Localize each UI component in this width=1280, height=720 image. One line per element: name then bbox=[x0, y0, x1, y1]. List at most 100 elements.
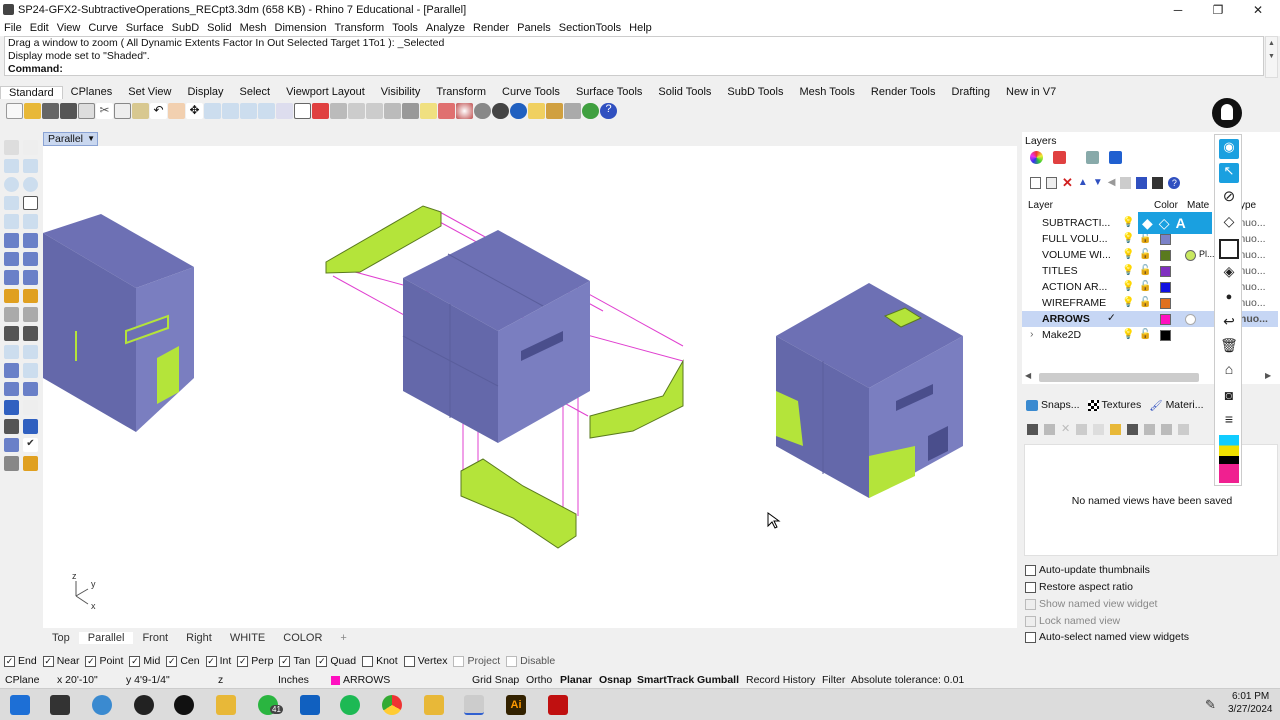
polygon-icon[interactable] bbox=[4, 214, 19, 229]
minimize-button[interactable]: ─ bbox=[1158, 0, 1198, 20]
distance-icon[interactable] bbox=[330, 103, 347, 119]
illustrator-icon[interactable]: Ai bbox=[506, 695, 526, 715]
options-gear-icon[interactable] bbox=[564, 103, 581, 119]
no-draw-icon[interactable]: ⊘ bbox=[1219, 187, 1239, 207]
layer-states-icon[interactable] bbox=[1120, 176, 1132, 189]
lock-icon[interactable]: 🔓 bbox=[1139, 265, 1151, 276]
status-osnap[interactable]: Osnap bbox=[599, 674, 632, 686]
move-icon[interactable] bbox=[4, 325, 19, 341]
osnap-knot[interactable]: Knot bbox=[362, 655, 398, 667]
osnap-near[interactable]: ✓ Near bbox=[42, 655, 79, 667]
status-planar[interactable]: Planar bbox=[560, 674, 592, 686]
menu-surface[interactable]: Surface bbox=[126, 22, 164, 34]
tab-color[interactable]: COLOR bbox=[274, 632, 331, 644]
menu-panels[interactable]: Panels bbox=[517, 22, 551, 34]
rectangle-tool-icon[interactable] bbox=[1219, 239, 1239, 259]
new-file-icon[interactable] bbox=[6, 103, 23, 119]
close-button[interactable]: ✕ bbox=[1238, 0, 1278, 20]
status-gumball[interactable]: Gumball bbox=[697, 674, 739, 686]
color-palette-icon[interactable] bbox=[1219, 435, 1239, 483]
select-arrow-icon[interactable] bbox=[4, 140, 19, 155]
pin-icon[interactable] bbox=[1127, 423, 1139, 435]
highlighter-icon[interactable]: ◈ bbox=[1219, 263, 1239, 283]
header-linetype[interactable]: ype bbox=[1240, 200, 1256, 211]
menu-analyze[interactable]: Analyze bbox=[426, 22, 465, 34]
rotate-icon[interactable] bbox=[4, 344, 19, 360]
text-icon[interactable] bbox=[4, 363, 19, 378]
lock-icon[interactable]: 🔓 bbox=[1139, 233, 1151, 244]
tab-render-tools[interactable]: Render Tools bbox=[863, 86, 944, 98]
green-cutter-right[interactable] bbox=[589, 359, 684, 439]
green-cutter-top[interactable] bbox=[325, 205, 442, 274]
light-bulb-icon[interactable]: 💡 bbox=[1122, 249, 1134, 260]
chevron-down-icon[interactable]: ▼ bbox=[87, 133, 95, 145]
lock-icon[interactable]: 🔓 bbox=[1139, 329, 1151, 340]
filter-icon[interactable] bbox=[1136, 176, 1148, 189]
menu-file[interactable]: File bbox=[4, 22, 22, 34]
command-prompt[interactable]: Command: bbox=[5, 63, 1263, 76]
tab-mesh-tools[interactable]: Mesh Tools bbox=[791, 86, 862, 98]
option-auto-update-thumbnails[interactable]: Auto-update thumbnails bbox=[1025, 563, 1150, 577]
four-viewports-icon[interactable] bbox=[294, 103, 311, 119]
new-layer-icon[interactable] bbox=[1030, 176, 1041, 189]
surface-icon[interactable] bbox=[4, 232, 19, 248]
osnap-quad[interactable]: ✓ Quad bbox=[316, 655, 356, 667]
view-options-icon[interactable] bbox=[1178, 423, 1190, 435]
textures-icon[interactable] bbox=[1087, 399, 1099, 411]
circle-icon[interactable] bbox=[4, 177, 19, 192]
tab-set-view[interactable]: Set View bbox=[120, 86, 179, 98]
scale-icon[interactable] bbox=[23, 344, 38, 360]
point-icon[interactable] bbox=[23, 140, 38, 155]
tab-white[interactable]: WHITE bbox=[221, 632, 274, 644]
copy-view-icon[interactable] bbox=[1076, 423, 1088, 435]
undo-arrow-icon[interactable]: ↩ bbox=[1219, 313, 1239, 333]
tab-curve-tools[interactable]: Curve Tools bbox=[494, 86, 568, 98]
menu-solid[interactable]: Solid bbox=[207, 22, 231, 34]
sun-icon[interactable] bbox=[528, 103, 545, 119]
rhino-taskbar-icon[interactable] bbox=[464, 695, 484, 715]
clipboard-icon[interactable]: ≡ bbox=[1219, 411, 1239, 431]
task-view-icon[interactable] bbox=[50, 695, 70, 715]
trim-icon[interactable] bbox=[23, 418, 38, 434]
paste-icon[interactable] bbox=[132, 103, 149, 119]
osnap-end[interactable]: ✓ End bbox=[4, 655, 37, 667]
color-wheel-icon[interactable] bbox=[456, 103, 473, 119]
tag-outline-icon[interactable]: ◇ bbox=[1159, 215, 1170, 232]
cube-center[interactable] bbox=[402, 230, 590, 443]
cube-right[interactable] bbox=[776, 283, 963, 498]
material-icon[interactable] bbox=[546, 103, 563, 119]
add-viewport-button[interactable]: + bbox=[331, 632, 355, 644]
materials-brush-icon[interactable]: 🖌 bbox=[1149, 399, 1162, 412]
view-unlink-icon[interactable] bbox=[1161, 423, 1173, 435]
status-smarttrack[interactable]: SmartTrack bbox=[637, 674, 694, 686]
lock-icon[interactable]: 🔓 bbox=[1139, 297, 1151, 308]
split-icon[interactable] bbox=[4, 437, 19, 453]
green-cutter-bottom[interactable] bbox=[460, 458, 577, 549]
edit-view-icon[interactable] bbox=[1044, 423, 1055, 435]
object-properties-icon[interactable] bbox=[438, 103, 455, 119]
tab-visibility[interactable]: Visibility bbox=[373, 86, 429, 98]
cplane-icon[interactable] bbox=[312, 103, 329, 119]
environment-icon[interactable] bbox=[582, 103, 599, 119]
delete-layer-icon[interactable]: ✕ bbox=[1062, 176, 1073, 189]
menu-mesh[interactable]: Mesh bbox=[240, 22, 267, 34]
zoom-selected-icon[interactable] bbox=[258, 103, 275, 119]
save-view-icon[interactable] bbox=[1027, 423, 1038, 435]
dimension-icon[interactable] bbox=[23, 363, 38, 378]
scroll-left-icon[interactable]: ◀ bbox=[1025, 371, 1031, 380]
osnap-vertex[interactable]: Vertex bbox=[403, 655, 447, 667]
cylinder-icon[interactable] bbox=[4, 270, 19, 285]
grid-array-icon[interactable] bbox=[4, 418, 19, 434]
status-cplane[interactable]: CPlane bbox=[5, 674, 39, 686]
display-tab-icon[interactable] bbox=[1086, 151, 1099, 164]
loft-icon[interactable] bbox=[23, 232, 38, 248]
option-restore-aspect-ratio[interactable]: Restore aspect ratio bbox=[1025, 580, 1133, 594]
layer-color-swatch[interactable] bbox=[1160, 234, 1171, 245]
sphere-icon[interactable] bbox=[23, 251, 38, 267]
menu-edit[interactable]: Edit bbox=[30, 22, 49, 34]
rectangle-icon[interactable] bbox=[23, 195, 38, 211]
lock-icon[interactable]: 🔓 bbox=[1139, 281, 1151, 292]
layer-color-swatch[interactable] bbox=[1160, 266, 1171, 277]
light-bulb-icon[interactable]: 💡 bbox=[1122, 281, 1134, 292]
lock-objects-icon[interactable] bbox=[402, 103, 419, 119]
